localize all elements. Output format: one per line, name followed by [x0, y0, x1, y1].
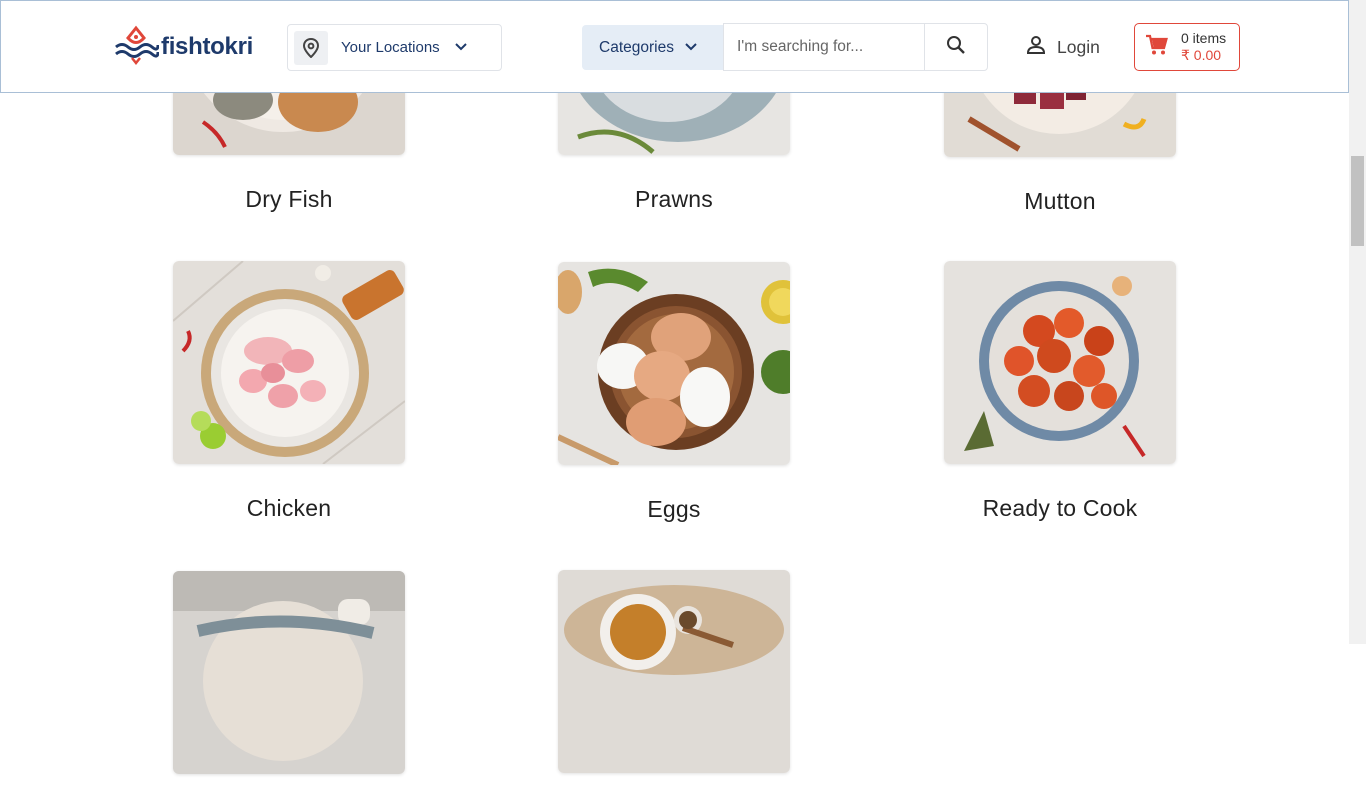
category-card-ready-to-cook[interactable]: Ready to Cook	[944, 261, 1176, 522]
login-button[interactable]: Login	[1025, 34, 1100, 61]
search-icon	[946, 35, 966, 60]
category-name: Chicken	[246, 495, 332, 521]
category-name: Mutton	[1024, 188, 1096, 214]
category-name: Dry Fish	[245, 186, 333, 212]
category-name: Ready to Cook	[982, 495, 1138, 521]
category-image	[558, 262, 790, 465]
location-selector[interactable]: Your Locations	[287, 24, 502, 71]
login-label: Login	[1057, 37, 1100, 57]
cart-total: ₹ 0.00	[1181, 47, 1222, 63]
categories-dropdown[interactable]: Categories	[582, 25, 724, 70]
user-icon	[1025, 34, 1047, 61]
cart-summary: 0 items ₹ 0.00	[1181, 30, 1226, 64]
page-scrollbar[interactable]	[1349, 0, 1366, 644]
category-card-masala[interactable]	[558, 570, 790, 804]
categories-label: Categories	[599, 38, 674, 56]
category-card-eggs[interactable]: Eggs	[558, 262, 790, 523]
logo[interactable]: fishtokri	[113, 25, 253, 70]
category-card-chicken[interactable]: Chicken	[173, 261, 405, 522]
category-image	[558, 570, 790, 773]
category-image	[173, 571, 405, 774]
cart-icon	[1145, 34, 1169, 61]
site-header: fishtokri Your Locations Categories I'm …	[0, 0, 1349, 93]
chevron-down-icon	[684, 39, 698, 57]
location-label: Your Locations	[341, 39, 440, 56]
category-card-fish[interactable]	[173, 571, 405, 805]
logo-text: fishtokri	[161, 33, 253, 60]
category-name: Prawns	[635, 186, 713, 212]
search-bar	[723, 23, 988, 71]
location-pin-icon	[294, 30, 328, 65]
category-name: Eggs	[647, 496, 701, 522]
category-image	[173, 261, 405, 464]
search-button[interactable]	[924, 24, 987, 70]
search-input[interactable]	[724, 24, 924, 70]
scrollbar-thumb[interactable]	[1351, 156, 1364, 246]
cart-items-count: 0 items	[1181, 30, 1227, 46]
category-image	[944, 261, 1176, 464]
chevron-down-icon	[454, 39, 468, 57]
cart-button[interactable]: 0 items ₹ 0.00	[1134, 23, 1240, 71]
fish-logo-icon	[113, 25, 160, 70]
